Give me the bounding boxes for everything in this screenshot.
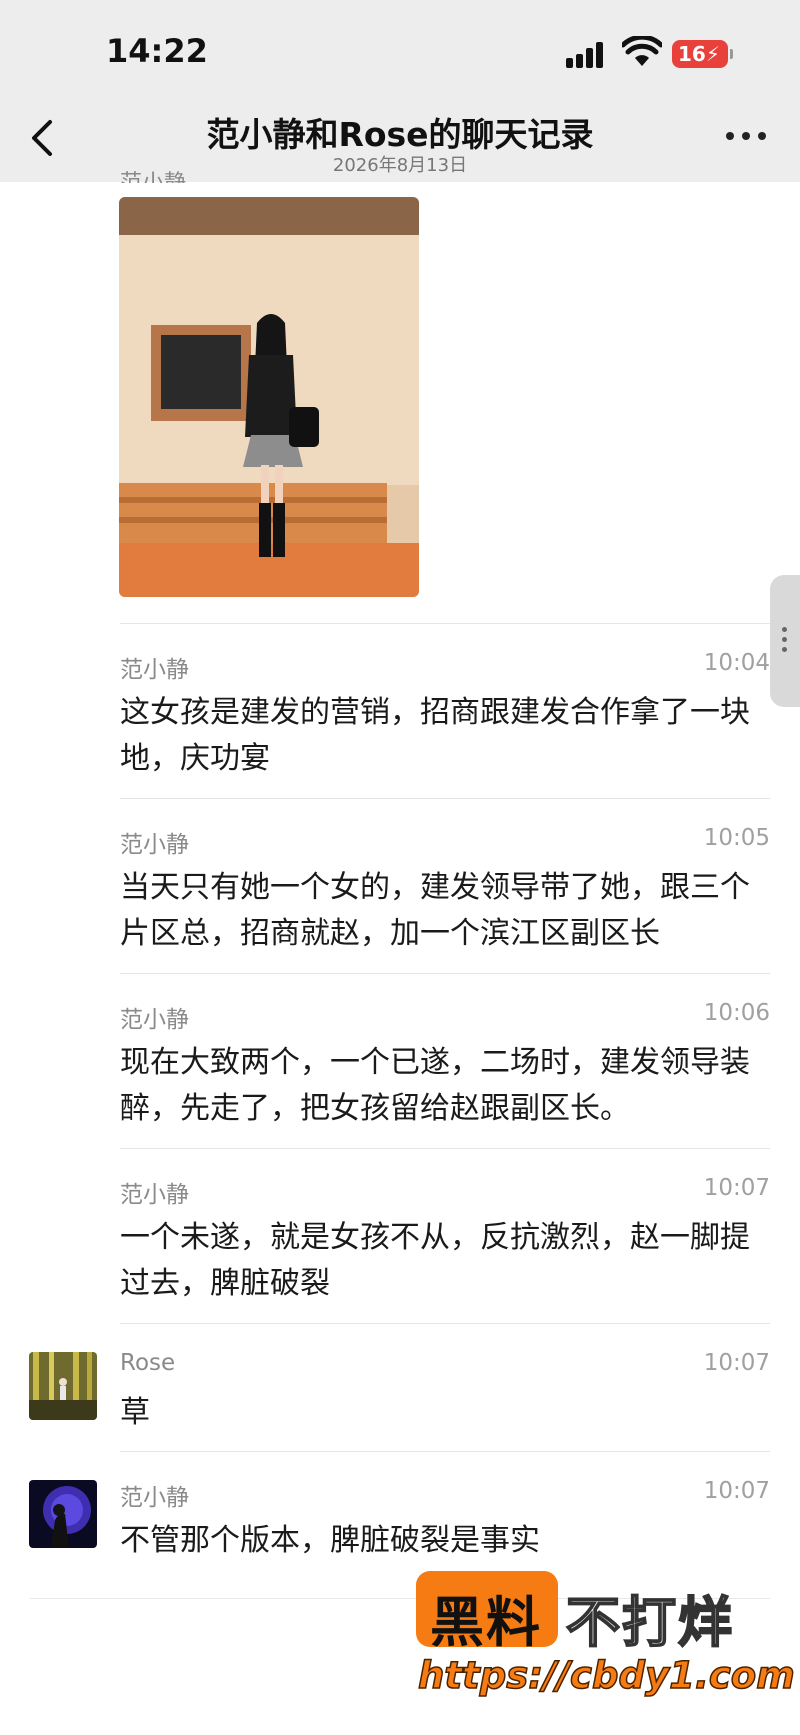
message-divider bbox=[120, 973, 770, 974]
message-sender: 范小静 bbox=[120, 657, 189, 683]
message-divider bbox=[120, 623, 770, 624]
signal-icon bbox=[566, 40, 610, 68]
message-sender: Rose bbox=[120, 1350, 176, 1376]
top-bar: 14:22 16⚡ 范小静和Rose的聊天记录 2026年8月13日 bbox=[0, 0, 800, 182]
message-text: 这女孩是建发的营销，招商跟建发合作拿了一块地，庆功宴 bbox=[120, 695, 750, 776]
message-text: 现在大致两个，一个已遂，二场时，建发领导装醉，先走了，把女孩留给赵跟副区长。 bbox=[120, 1045, 750, 1126]
battery-icon: 16⚡ bbox=[672, 40, 733, 68]
message-time: 10:06 bbox=[703, 1000, 770, 1026]
avatar-fan-xiaojing[interactable] bbox=[29, 1480, 97, 1548]
message-time: 10:04 bbox=[703, 650, 770, 676]
watermark-url: https://cbdy1.com bbox=[417, 1653, 795, 1698]
message-sender: 范小静 bbox=[120, 1485, 189, 1511]
message-text: 不管那个版本，脾脏破裂是事实 bbox=[120, 1523, 540, 1558]
message-item: 范小静 10:07 不管那个版本，脾脏破裂是事实 bbox=[120, 1478, 770, 1558]
message-time: 10:07 bbox=[703, 1175, 770, 1201]
message-divider bbox=[120, 798, 770, 799]
message-time: 10:07 bbox=[703, 1350, 770, 1376]
message-divider bbox=[120, 1148, 770, 1149]
message-sender: 范小静 bbox=[120, 1182, 189, 1208]
scroll-side-tab[interactable] bbox=[770, 575, 800, 707]
message-sender: 范小静 bbox=[120, 832, 189, 858]
message-time: 10:07 bbox=[703, 1478, 770, 1504]
message-item: 范小静 10:07 一个未遂，就是女孩不从，反抗激烈，赵一脚提过去，脾脏破裂 bbox=[120, 1175, 770, 1301]
battery-level: 16 bbox=[678, 42, 706, 66]
message-divider bbox=[120, 1323, 770, 1324]
more-dots-icon[interactable] bbox=[724, 124, 768, 148]
wifi-icon bbox=[622, 36, 662, 66]
message-item: 范小静 10:04 这女孩是建发的营销，招商跟建发合作拿了一块地，庆功宴 bbox=[120, 650, 770, 776]
message-item: Rose 10:07 草 bbox=[120, 1350, 770, 1430]
message-sender: 范小静 bbox=[120, 1007, 189, 1033]
message-text: 一个未遂，就是女孩不从，反抗激烈，赵一脚提过去，脾脏破裂 bbox=[120, 1220, 750, 1301]
message-item: 范小静 10:05 当天只有她一个女的，建发领导带了她，跟三个片区总，招商就赵，… bbox=[120, 825, 770, 951]
message-item: 范小静 10:06 现在大致两个，一个已遂，二场时，建发领导装醉，先走了，把女孩… bbox=[120, 1000, 770, 1126]
status-time: 14:22 bbox=[106, 32, 208, 70]
watermark-logo-black-text: 黑料 bbox=[430, 1591, 542, 1654]
page-title: 范小静和Rose的聊天记录 bbox=[206, 115, 594, 154]
partial-sender-label: 范小静 bbox=[120, 165, 186, 183]
message-text: 草 bbox=[120, 1395, 150, 1430]
message-time: 10:05 bbox=[703, 825, 770, 851]
message-divider bbox=[120, 1451, 770, 1452]
shared-photo[interactable] bbox=[119, 197, 419, 597]
watermark-logo-white-text: 不打烊 bbox=[565, 1590, 734, 1655]
avatar-rose[interactable] bbox=[29, 1352, 97, 1420]
message-text: 当天只有她一个女的，建发领导带了她，跟三个片区总，招商就赵，加一个滨江区副区长 bbox=[120, 870, 750, 951]
